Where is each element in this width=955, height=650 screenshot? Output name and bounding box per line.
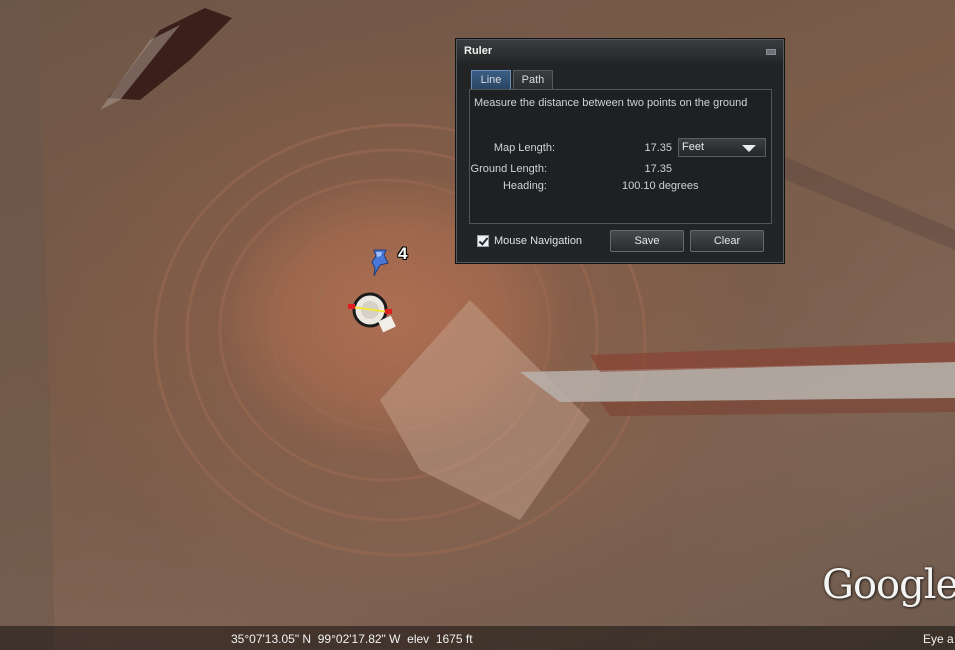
left-road <box>0 0 55 650</box>
pushpin-icon[interactable] <box>368 246 396 280</box>
ruler-title-bar[interactable]: Ruler <box>457 40 783 62</box>
eye-altitude-readout: Eye a <box>923 632 954 646</box>
save-button[interactable]: Save <box>610 230 684 252</box>
chevron-down-icon[interactable] <box>742 145 756 152</box>
heading-value: 100.10 degrees <box>622 180 699 192</box>
tab-path[interactable]: Path <box>513 70 553 89</box>
clear-button[interactable]: Clear <box>690 230 764 252</box>
map-length-value: 17.35 <box>644 142 672 154</box>
google-logo: Google <box>822 562 955 608</box>
units-dropdown[interactable]: Feet <box>678 138 766 157</box>
ruler-description: Measure the distance between two points … <box>474 97 748 109</box>
ruler-title: Ruler <box>464 45 493 57</box>
cleared-pad <box>380 300 590 520</box>
minimize-icon[interactable] <box>766 49 776 55</box>
status-bar: 35°07'13.05" N 99°02'17.82" W elev 1675 … <box>0 626 955 650</box>
ground-length-value: 17.35 <box>644 163 672 175</box>
heading-label: Heading: <box>502 180 547 192</box>
mouse-navigation-label[interactable]: Mouse Navigation <box>494 235 582 247</box>
ruler-end-point[interactable] <box>385 309 392 314</box>
placemark-label[interactable]: 4 <box>398 244 407 264</box>
coordinates-readout: 35°07'13.05" N 99°02'17.82" W elev 1675 … <box>231 632 473 646</box>
ground-length-label: Ground Length: <box>470 163 547 175</box>
tab-line[interactable]: Line <box>471 70 511 89</box>
ruler-start-point[interactable] <box>348 304 355 309</box>
checkbox-checked-icon[interactable] <box>477 235 489 247</box>
units-selected: Feet <box>682 141 705 153</box>
ruler-dialog[interactable]: Ruler Line Path Measure the distance bet… <box>456 39 784 263</box>
map-length-label: Map Length: <box>493 142 555 154</box>
ruler-panel: Measure the distance between two points … <box>469 89 772 224</box>
